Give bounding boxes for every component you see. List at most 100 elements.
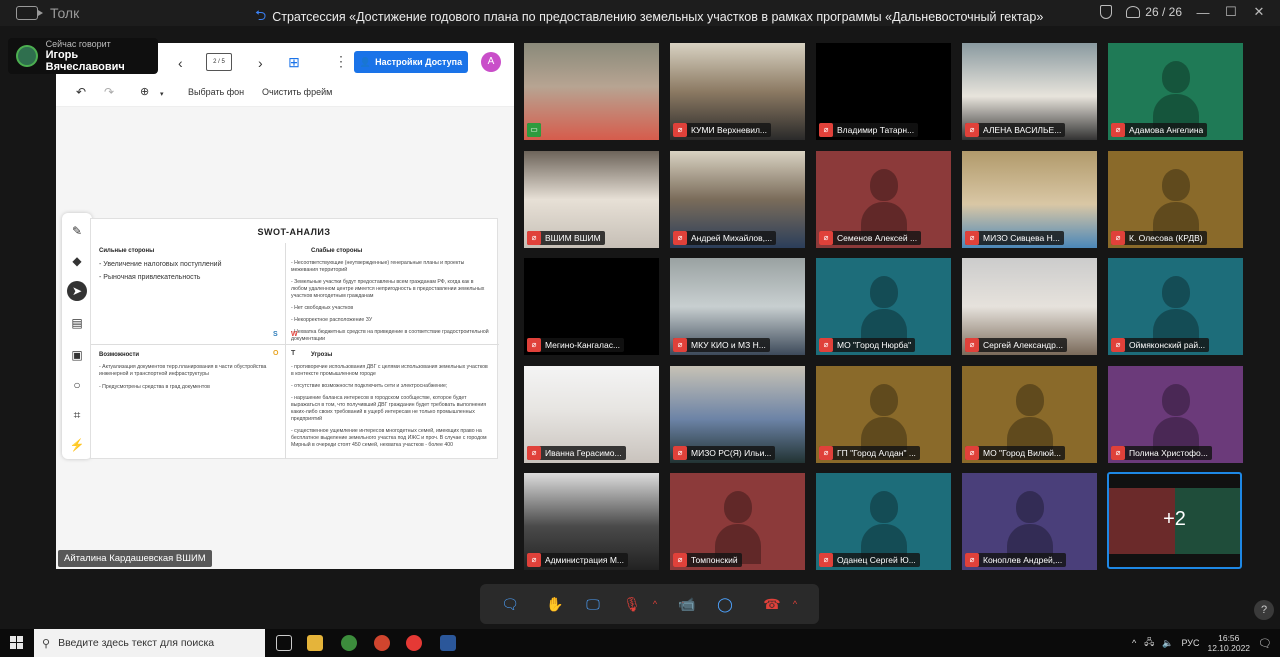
participants-counter[interactable]: 26 / 26 — [1126, 5, 1182, 19]
next-page-icon[interactable]: › — [258, 55, 263, 71]
participant-tile[interactable]: ⌀ Адамова Ангелина — [1108, 43, 1243, 140]
participant-tile[interactable]: ⌀ Коноплев Андрей,... — [962, 473, 1097, 570]
now-speaking-panel: Сейчас говорит Игорь Вячеславович — [8, 38, 158, 74]
maximize-icon[interactable]: ☐ — [1224, 4, 1238, 20]
choose-background-button[interactable]: Выбрать фон — [188, 87, 244, 97]
participant-tile[interactable]: ⌀ МИЗО Сивцева Н... — [962, 151, 1097, 248]
shield-icon[interactable] — [1100, 5, 1113, 19]
taskbar-search[interactable]: ⚲ Введите здесь текст для поиска — [34, 629, 265, 657]
threats-title: Угрозы — [311, 352, 333, 358]
hang-up-icon[interactable]: ☎ — [762, 594, 782, 614]
participant-tile[interactable]: ⌀ МО "Город Нюрба" — [816, 258, 951, 355]
more-icon[interactable]: ⋮ — [334, 53, 348, 70]
add-frame-icon[interactable]: ⊞ — [282, 53, 306, 71]
participant-tile[interactable]: ⌀ Иванна Герасимо... — [524, 366, 659, 463]
participant-tile[interactable]: ⌀ Томпонский — [670, 473, 805, 570]
hang-up-options-chevron-icon[interactable]: ^ — [785, 594, 805, 614]
participant-tile[interactable]: ⌀ К. Олесова (КРДВ) — [1108, 151, 1243, 248]
participant-name: МО "Город Вилюй... — [983, 448, 1062, 458]
close-icon[interactable]: ✕ — [1252, 4, 1266, 20]
network-icon[interactable]: 🖧 — [1144, 635, 1154, 651]
shape-icon[interactable]: ○ — [67, 375, 87, 395]
participant-tile[interactable]: ⌀ Оданец Сергей Ю... — [816, 473, 951, 570]
participant-tile[interactable]: ⌀ Владимир Татарн... — [816, 43, 951, 140]
participant-tile[interactable]: ⌀ Сергей Александр... — [962, 258, 1097, 355]
language-indicator[interactable]: РУС — [1181, 638, 1199, 648]
participant-tile[interactable]: ⌀ ВШИМ ВШИМ — [524, 151, 659, 248]
participant-label: ⌀ Администрация М... — [527, 553, 629, 567]
notifications-icon[interactable]: 🗨 — [1258, 637, 1272, 650]
participant-tile[interactable]: ⌀ ГП "Город Алдан" ... — [816, 366, 951, 463]
windows-start-icon[interactable] — [10, 636, 23, 649]
participant-tile[interactable]: ⌀ Андрей Михайлов,... — [670, 151, 805, 248]
swot-frame[interactable]: SWOT-АНАЛИЗ Сильные стороны - Увеличение… — [90, 218, 499, 459]
sticky-note-icon[interactable]: ▤ — [67, 313, 87, 333]
participant-tile[interactable]: ⌀ МКУ КИО и МЗ Н... — [670, 258, 805, 355]
mic-muted-icon: ⌀ — [527, 338, 541, 352]
file-explorer-icon[interactable] — [307, 635, 323, 651]
help-icon[interactable]: ? — [1254, 600, 1274, 620]
record-icon[interactable]: ◯ — [715, 594, 735, 614]
back-arrow-icon[interactable]: ⮌ — [255, 5, 266, 29]
opportunity-item: - Актуализация документов терр.планирова… — [99, 364, 267, 378]
screen-share-icon[interactable]: 🖵 — [583, 594, 603, 614]
pen-icon[interactable]: ✎ — [67, 221, 87, 241]
participant-name: МИЗО РС(Я) Ильи... — [691, 448, 772, 458]
presenter-name: Айталина Кардашевская ВШИМ — [58, 550, 212, 567]
minimize-icon[interactable]: — — [1196, 5, 1210, 20]
raise-hand-icon[interactable]: ✋ — [545, 594, 565, 614]
zoom-dropdown-icon[interactable]: ▾ — [160, 90, 164, 98]
task-view-icon[interactable] — [276, 635, 292, 651]
participant-tile[interactable]: ⌀ Семенов Алексей ... — [816, 151, 951, 248]
letter-o: O — [273, 350, 279, 357]
people-icon — [1126, 6, 1141, 18]
participant-label: ⌀ МО "Город Вилюй... — [965, 446, 1066, 460]
title-bar: Толк ⮌ Стратсессия «Достижение годового … — [0, 0, 1280, 26]
opportunity-item: - Предусмотрены средства в град документ… — [99, 384, 210, 391]
clock[interactable]: 16:56 12.10.2022 — [1207, 633, 1250, 653]
avatar-placeholder-icon — [1152, 384, 1199, 457]
clear-frame-button[interactable]: Очистить фрейм — [262, 87, 332, 97]
weaknesses-title: Слабые стороны — [311, 248, 363, 254]
avatar-placeholder-icon — [1006, 384, 1053, 457]
avatar-placeholder-icon — [1152, 169, 1199, 242]
laser-icon[interactable]: ⚡ — [67, 435, 87, 455]
participant-tile[interactable]: ⌀ АЛЕНА ВАСИЛЬЕ... — [962, 43, 1097, 140]
access-settings-button[interactable]: 👤 Настройки Доступа — [354, 51, 468, 73]
participant-tile[interactable]: ▭ — [524, 43, 659, 140]
undo-icon[interactable]: ↶ — [76, 85, 86, 99]
participant-tile[interactable]: ⌀ Оймяконский рай... — [1108, 258, 1243, 355]
word-icon[interactable] — [440, 635, 456, 651]
powerpoint-icon[interactable] — [374, 635, 390, 651]
divider-vertical — [285, 243, 286, 459]
more-participants-tile[interactable]: +2 — [1107, 472, 1242, 569]
tray-chevron-icon[interactable]: ^ — [1132, 638, 1136, 648]
chrome-icon[interactable] — [341, 635, 357, 651]
pointer-icon[interactable]: ➤ — [67, 281, 87, 301]
participant-tile[interactable]: ⌀ МО "Город Вилюй... — [962, 366, 1097, 463]
participant-name: Иванна Герасимо... — [545, 448, 622, 458]
participant-tile[interactable]: ⌀ МИЗО РС(Я) Ильи... — [670, 366, 805, 463]
text-icon[interactable]: ⌗ — [67, 405, 87, 425]
redo-icon[interactable]: ↷ — [104, 85, 114, 99]
mic-options-chevron-icon[interactable]: ^ — [645, 594, 665, 614]
image-icon[interactable]: ▣ — [67, 345, 87, 365]
prev-page-icon[interactable]: ‹ — [178, 55, 183, 71]
microphone-muted-icon[interactable]: 🎙 — [622, 594, 642, 614]
volume-icon[interactable]: 🔈 — [1162, 638, 1173, 649]
participant-tile[interactable]: ⌀ КУМИ Верхневил... — [670, 43, 805, 140]
avatar-placeholder-icon — [1006, 491, 1053, 564]
yandex-browser-icon[interactable] — [406, 635, 422, 651]
weakness-item: - Земельные участки будут предоставлены … — [291, 279, 485, 300]
camera-icon[interactable]: 📹 — [677, 594, 697, 614]
participant-tile[interactable]: ⌀ Администрация М... — [524, 473, 659, 570]
user-avatar[interactable]: А — [481, 52, 501, 72]
mic-muted-icon: ⌀ — [527, 231, 541, 245]
eraser-icon[interactable]: ◆ — [67, 251, 87, 271]
zoom-icon[interactable]: ⊕ — [140, 85, 149, 98]
strengths-title: Сильные стороны — [99, 248, 155, 254]
chat-icon[interactable]: 🗨 — [500, 594, 520, 614]
page-indicator[interactable]: 2 / 5 — [206, 53, 232, 71]
participant-tile[interactable]: ⌀ Полина Христофо... — [1108, 366, 1243, 463]
participant-tile[interactable]: ⌀ Мегино-Кангалас... — [524, 258, 659, 355]
